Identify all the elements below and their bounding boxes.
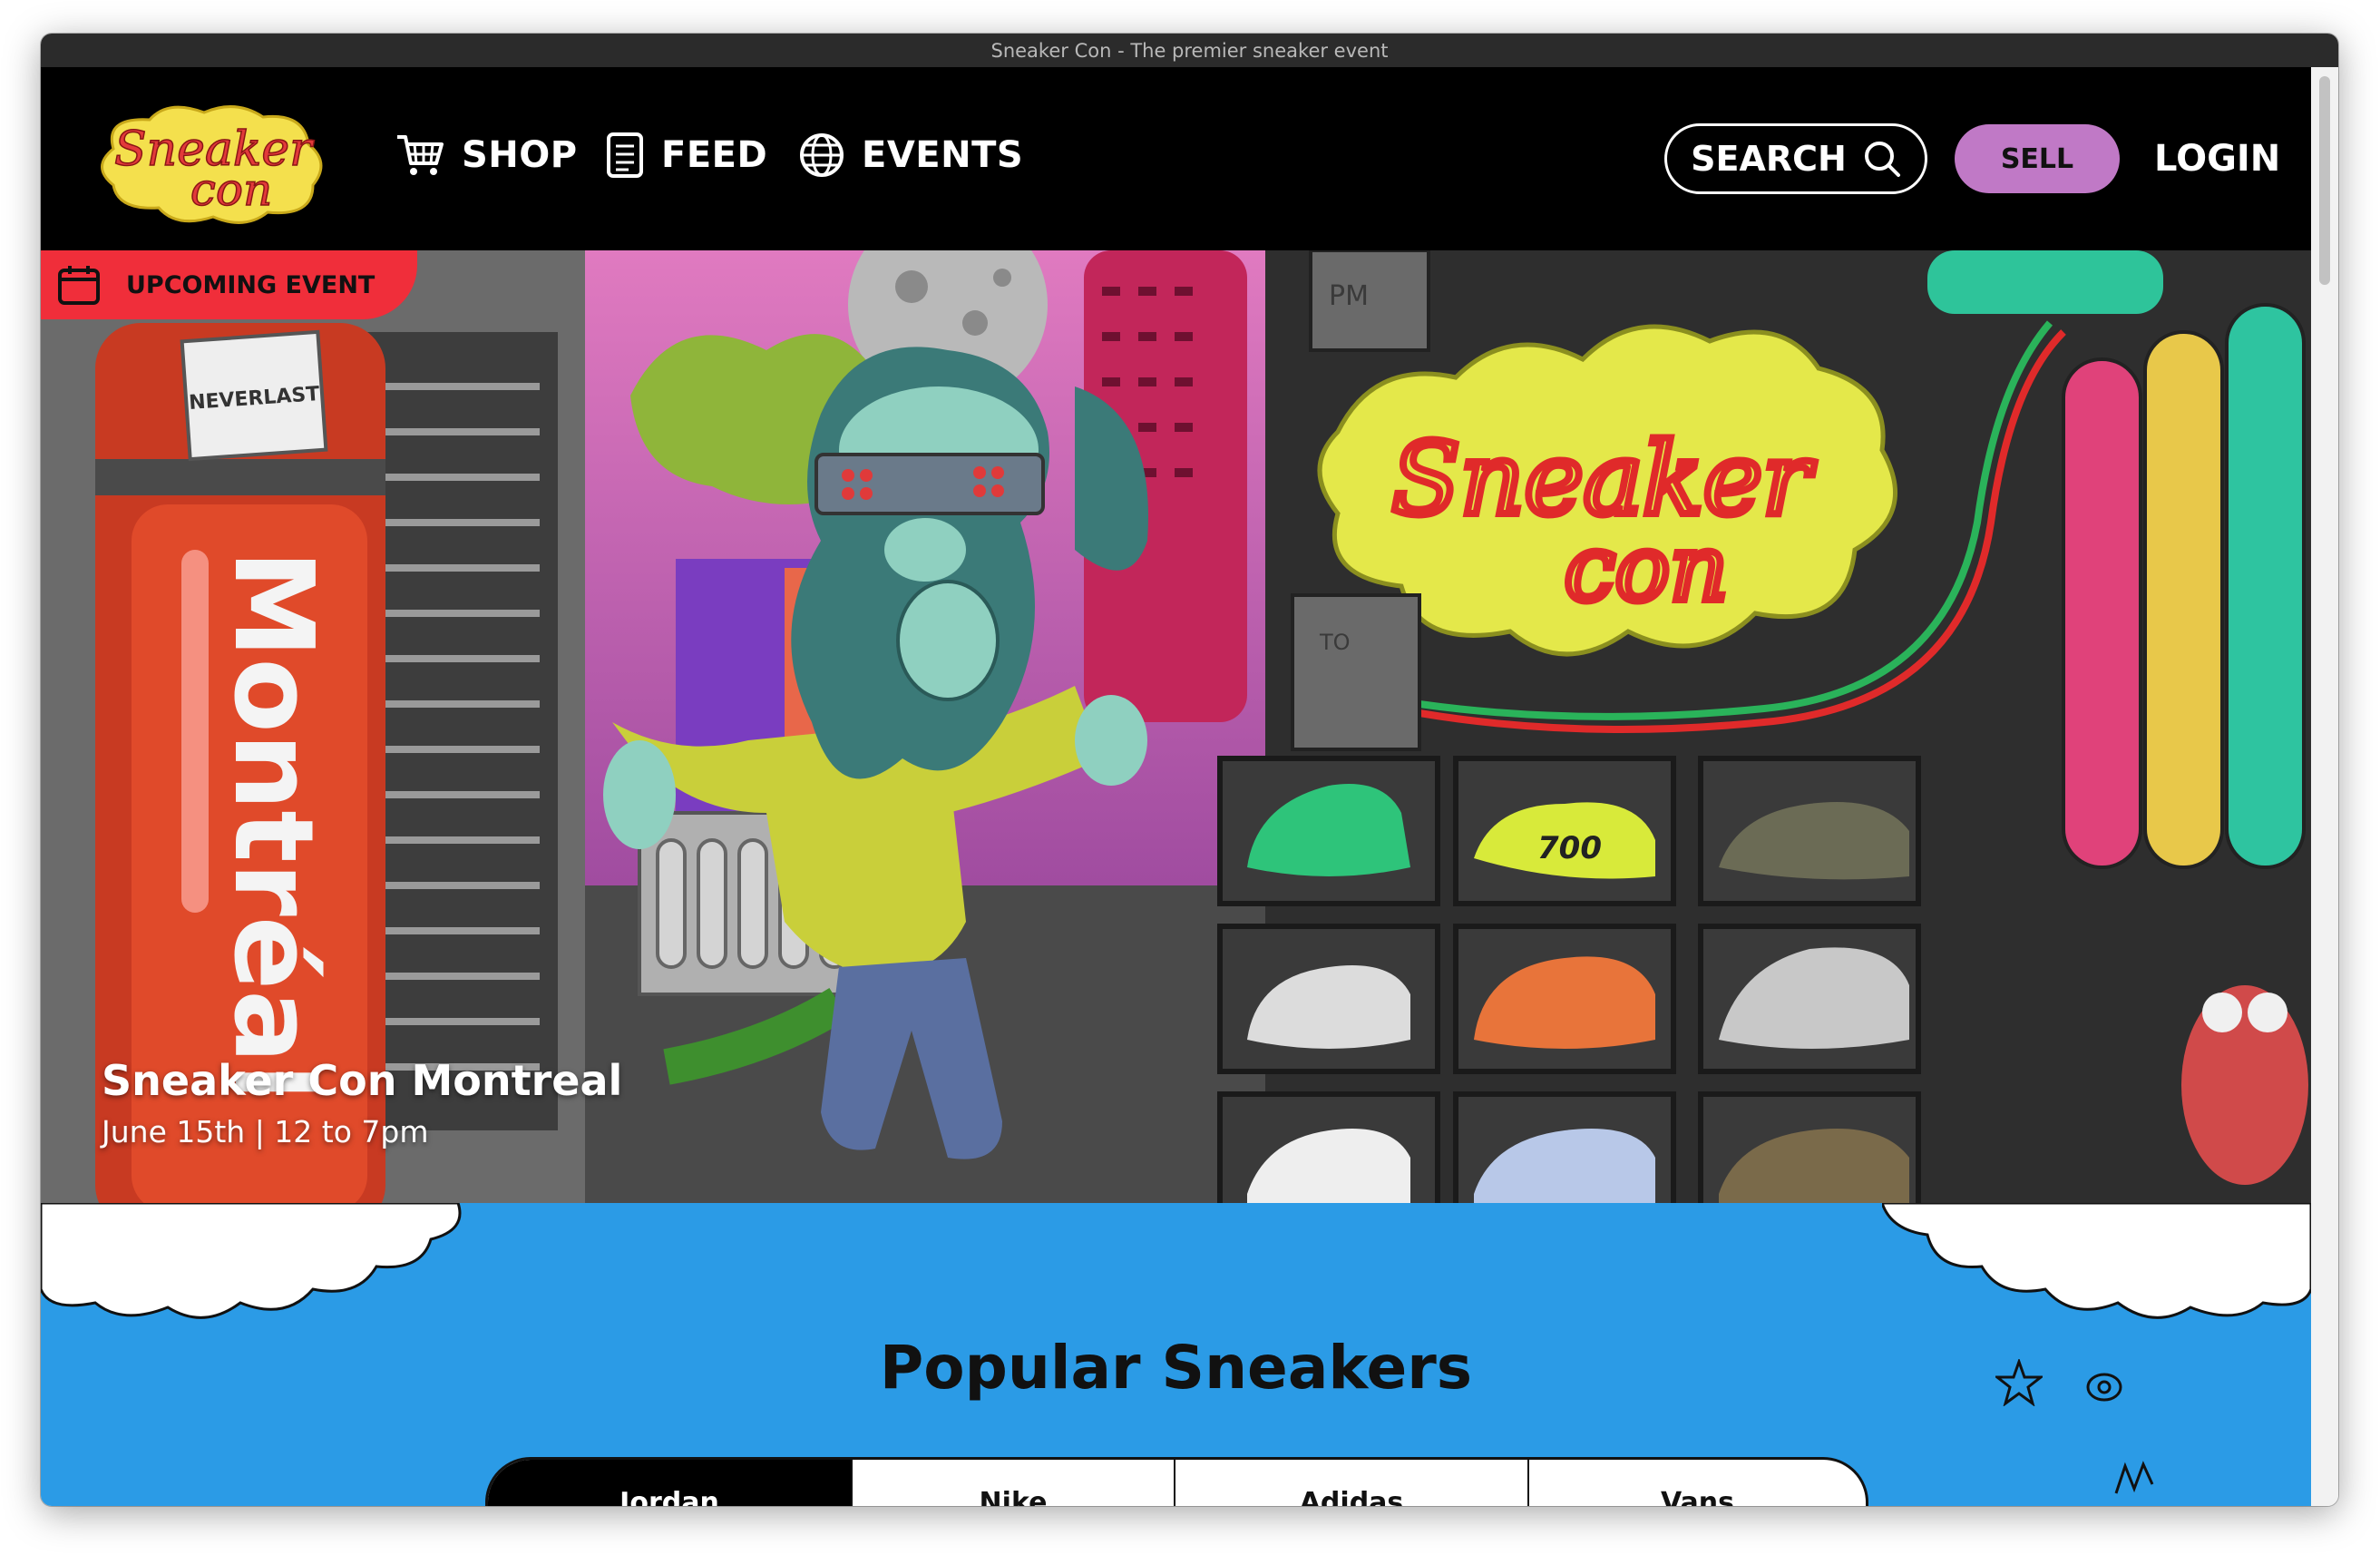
calendar-icon [58,266,100,305]
vertical-scrollbar[interactable] [2311,67,2338,1506]
tab-jordan-label: Jordan [619,1487,719,1506]
brand-tabs: Jordan Nike Adidas Vans [485,1457,1868,1506]
eye-doodle-icon [2086,1373,2122,1402]
nav-shop[interactable]: SHOP [395,129,578,181]
box-text-pm: PM [1329,280,1369,312]
top-navbar: Sneaker con SHOP FEED EVENTS SEARCH SELL… [41,67,2311,250]
star-doodle-icon [1995,1359,2043,1406]
browser-window: Sneaker Con - The premier sneaker event … [41,34,2338,1506]
tab-nike-label: Nike [979,1487,1048,1506]
squiggle-doodle-icon [2114,1461,2154,1494]
tab-vans[interactable]: Vans [1529,1460,1866,1506]
right-cloud-decoration [1882,1203,2311,1319]
hero-event-banner[interactable]: NEVERLAST Montréal Sneaker con TO PM 700… [41,250,2311,1203]
scrollbar-thumb[interactable] [2319,76,2330,285]
tab-vans-label: Vans [1660,1487,1735,1506]
tab-adidas-label: Adidas [1299,1487,1404,1506]
banner-city-text: Montréal [210,550,336,1100]
cart-icon [397,135,444,175]
nav-feed[interactable]: FEED [605,129,767,181]
sneakercon-logo[interactable]: Sneaker con [86,94,340,230]
search-button[interactable]: SEARCH [1664,123,1927,194]
login-link[interactable]: LOGIN [2154,131,2280,187]
popular-sneakers-title: Popular Sneakers [879,1333,1473,1403]
shoe-text: 700 [1537,830,1602,866]
nav-feed-label: FEED [661,134,768,176]
window-titlebar: Sneaker Con - The premier sneaker event [41,34,2338,67]
search-label: SEARCH [1691,139,1847,179]
sign-text-line2: con [1565,515,1729,621]
window-title: Sneaker Con - The premier sneaker event [990,39,1389,62]
tab-nike[interactable]: Nike [853,1460,1175,1506]
nav-events-label: EVENTS [862,134,1024,176]
document-icon [607,132,643,178]
nav-events[interactable]: EVENTS [798,129,1023,181]
upcoming-event-label: UPCOMING EVENT [126,270,376,299]
tab-adidas[interactable]: Adidas [1175,1460,1529,1506]
box-text-to: TO [1319,630,1351,655]
popular-sneakers-section: Popular Sneakers Jordan Nike Adidas Vans [41,1203,2311,1506]
logo-text-line2: con [190,163,272,216]
globe-icon [800,133,844,177]
login-label: LOGIN [2154,138,2281,180]
left-cloud-decoration [41,1203,462,1319]
upcoming-event-badge: UPCOMING EVENT [41,250,417,319]
nav-shop-label: SHOP [462,134,578,176]
tab-jordan[interactable]: Jordan [488,1460,853,1506]
event-title: Sneaker Con Montreal [102,1056,623,1105]
sell-label: SELL [2000,142,2074,175]
search-icon [1864,142,1900,177]
event-date: June 15th | 12 to 7pm [102,1114,429,1149]
sell-button[interactable]: SELL [1955,124,2120,193]
